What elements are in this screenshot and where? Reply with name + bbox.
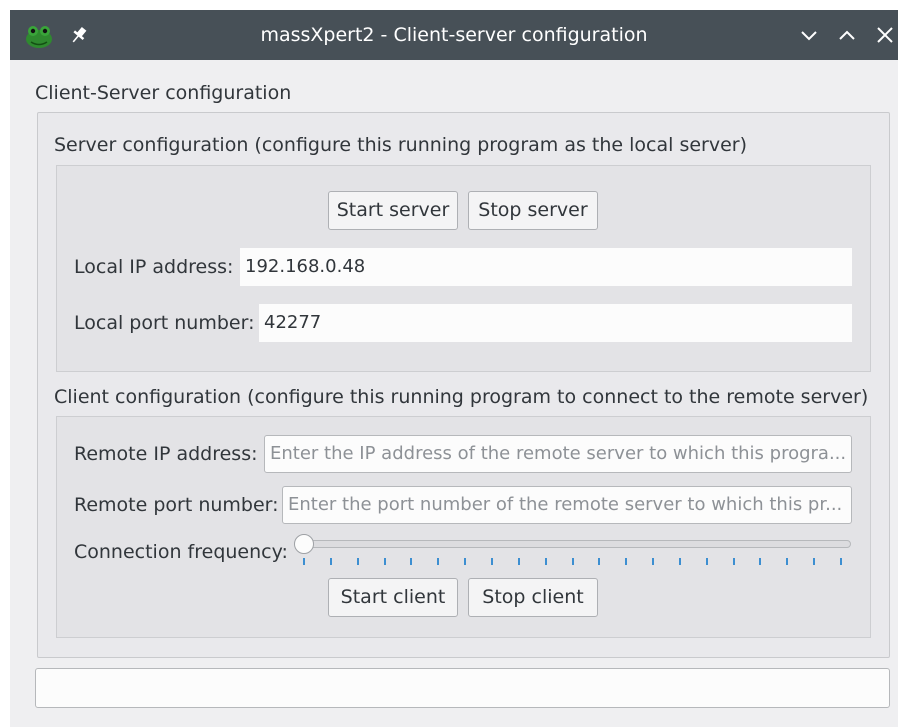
slider-tick bbox=[464, 558, 467, 565]
remote-ip-input[interactable]: Enter the IP address of the remote serve… bbox=[264, 435, 852, 473]
remote-port-input[interactable]: Enter the port number of the remote serv… bbox=[282, 486, 852, 524]
slider-tick bbox=[544, 558, 547, 565]
slider-tick bbox=[517, 558, 520, 565]
slider-tick bbox=[786, 558, 789, 565]
start-client-button[interactable]: Start client bbox=[328, 578, 458, 617]
local-port-value[interactable]: 42277 bbox=[259, 304, 852, 342]
slider-tick bbox=[571, 558, 574, 565]
slider-tick bbox=[383, 558, 386, 565]
slider-tick bbox=[490, 558, 493, 565]
slider-handle[interactable] bbox=[294, 534, 314, 554]
slider-tick bbox=[813, 558, 816, 565]
connection-frequency-slider[interactable] bbox=[295, 540, 851, 548]
local-ip-label: Local IP address: bbox=[74, 256, 234, 278]
slider-tick bbox=[303, 558, 305, 565]
dialog-window: massXpert2 - Client-server configuration… bbox=[10, 10, 898, 727]
chevron-up-icon[interactable] bbox=[836, 24, 858, 46]
slider-tick bbox=[410, 558, 413, 565]
slider-tick bbox=[625, 558, 628, 565]
title-bar[interactable]: massXpert2 - Client-server configuration bbox=[10, 10, 898, 60]
slider-tick bbox=[329, 558, 332, 565]
slider-tick bbox=[678, 558, 681, 565]
slider-tick bbox=[437, 558, 440, 565]
stop-client-button[interactable]: Stop client bbox=[468, 578, 598, 617]
connection-frequency-label: Connection frequency: bbox=[74, 541, 288, 563]
status-line bbox=[35, 668, 890, 708]
slider-tick bbox=[840, 558, 842, 565]
client-server-group-title: Client-Server configuration bbox=[35, 82, 292, 104]
slider-tick bbox=[356, 558, 359, 565]
close-icon[interactable] bbox=[874, 24, 896, 46]
start-server-button[interactable]: Start server bbox=[328, 191, 458, 230]
stop-server-button[interactable]: Stop server bbox=[468, 191, 598, 230]
slider-tick bbox=[759, 558, 762, 565]
slider-tick bbox=[732, 558, 735, 565]
slider-tick bbox=[652, 558, 655, 565]
local-ip-value[interactable]: 192.168.0.48 bbox=[240, 248, 852, 286]
client-section-title: Client configuration (configure this run… bbox=[54, 386, 869, 408]
slider-tick bbox=[705, 558, 708, 565]
local-port-label: Local port number: bbox=[74, 312, 255, 334]
remote-port-label: Remote port number: bbox=[74, 494, 279, 516]
slider-tick bbox=[598, 558, 601, 565]
window-title: massXpert2 - Client-server configuration bbox=[260, 24, 648, 46]
remote-ip-label: Remote IP address: bbox=[74, 443, 258, 465]
server-section-title: Server configuration (configure this run… bbox=[54, 134, 748, 156]
chevron-down-icon[interactable] bbox=[798, 24, 820, 46]
